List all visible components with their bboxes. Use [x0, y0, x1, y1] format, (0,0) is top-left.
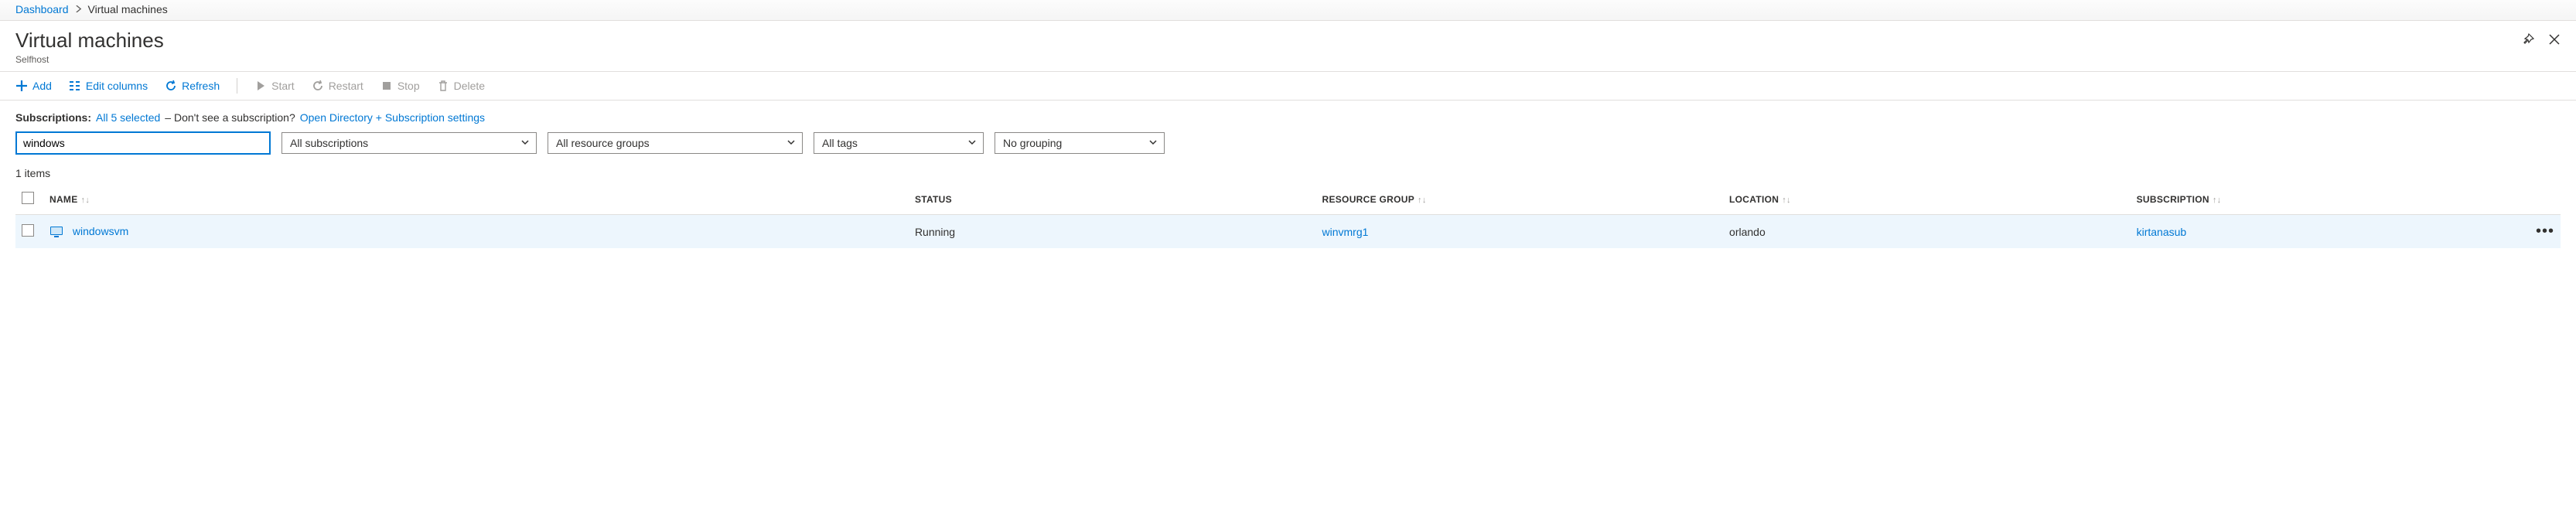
resource-group-dropdown-label: All resource groups [556, 137, 650, 149]
breadcrumb-current: Virtual machines [88, 3, 168, 15]
subscriptions-settings-link[interactable]: Open Directory + Subscription settings [300, 111, 485, 124]
pin-icon[interactable] [2522, 33, 2534, 46]
search-input[interactable] [15, 131, 271, 155]
chevron-down-icon [786, 137, 796, 149]
refresh-button[interactable]: Refresh [165, 80, 220, 92]
table-row[interactable]: windowsvm Running winvmrg1 orlando kirta… [15, 215, 2561, 249]
chevron-down-icon [520, 137, 530, 149]
stop-label: Stop [397, 80, 420, 92]
row-more-icon[interactable]: ••• [2536, 223, 2554, 240]
page-title: Virtual machines [15, 29, 164, 53]
delete-button[interactable]: Delete [437, 80, 485, 92]
column-header-location[interactable]: Location↑↓ [1723, 184, 2131, 215]
vm-table: Name↑↓ Status Resource group↑↓ Location↑… [15, 184, 2561, 248]
resource-group-dropdown[interactable]: All resource groups [548, 132, 803, 154]
column-rg-label: Resource group [1322, 194, 1414, 205]
subscriptions-dropdown-label: All subscriptions [290, 137, 368, 149]
edit-columns-label: Edit columns [86, 80, 148, 92]
vm-resource-group-link[interactable]: winvmrg1 [1322, 226, 1368, 238]
column-loc-label: Location [1729, 194, 1779, 205]
start-label: Start [271, 80, 295, 92]
restart-button[interactable]: Restart [312, 80, 363, 92]
column-status-label: Status [915, 194, 952, 205]
tags-dropdown[interactable]: All tags [814, 132, 984, 154]
close-icon[interactable] [2548, 33, 2561, 46]
filters-row: All subscriptions All resource groups Al… [0, 131, 2576, 162]
grouping-dropdown[interactable]: No grouping [995, 132, 1165, 154]
chevron-down-icon [967, 137, 977, 149]
chevron-right-icon [75, 4, 82, 15]
column-header-subscription[interactable]: Subscription ↑↓ [2131, 184, 2530, 215]
column-header-resource-group[interactable]: Resource group ↑↓ [1315, 184, 1723, 215]
sort-icon: ↑↓ [1782, 196, 1791, 205]
subscriptions-dropdown[interactable]: All subscriptions [281, 132, 537, 154]
start-button[interactable]: Start [254, 80, 295, 92]
column-name-label: Name [49, 194, 78, 205]
page-header: Virtual machines Selfhost [0, 21, 2576, 72]
vm-status: Running [909, 215, 1316, 249]
row-checkbox[interactable] [22, 224, 34, 237]
sort-icon: ↑↓ [1418, 196, 1427, 205]
refresh-label: Refresh [182, 80, 220, 92]
subscriptions-selected-link[interactable]: All 5 selected [96, 111, 160, 124]
subscriptions-missing-text: – Don't see a subscription? [165, 111, 295, 124]
vm-name-link[interactable]: windowsvm [73, 225, 128, 237]
breadcrumb: Dashboard Virtual machines [0, 0, 2576, 21]
subscriptions-row: Subscriptions: All 5 selected – Don't se… [0, 101, 2576, 131]
edit-columns-button[interactable]: Edit columns [69, 80, 148, 92]
vm-location: orlando [1723, 215, 2131, 249]
chevron-down-icon [1148, 137, 1158, 149]
select-all-checkbox[interactable] [22, 192, 34, 204]
vm-subscription-link[interactable]: kirtanasub [2137, 226, 2187, 238]
vm-icon [49, 226, 63, 238]
delete-label: Delete [454, 80, 485, 92]
grouping-dropdown-label: No grouping [1003, 137, 1062, 149]
tags-dropdown-label: All tags [822, 137, 858, 149]
restart-label: Restart [329, 80, 363, 92]
breadcrumb-root[interactable]: Dashboard [15, 3, 69, 15]
sort-icon: ↑↓ [81, 196, 90, 205]
column-header-name[interactable]: Name↑↓ [43, 184, 909, 215]
toolbar: Add Edit columns Refresh Start Restart S… [0, 72, 2576, 101]
items-count: 1 items [0, 162, 2576, 184]
column-sub-label: Subscription [2137, 194, 2209, 205]
subscriptions-label: Subscriptions: [15, 111, 91, 124]
page-subtitle: Selfhost [15, 54, 164, 65]
sort-icon: ↑↓ [2213, 196, 2222, 205]
add-label: Add [32, 80, 52, 92]
stop-button[interactable]: Stop [380, 80, 420, 92]
column-header-status[interactable]: Status [909, 184, 1316, 215]
add-button[interactable]: Add [15, 80, 52, 92]
